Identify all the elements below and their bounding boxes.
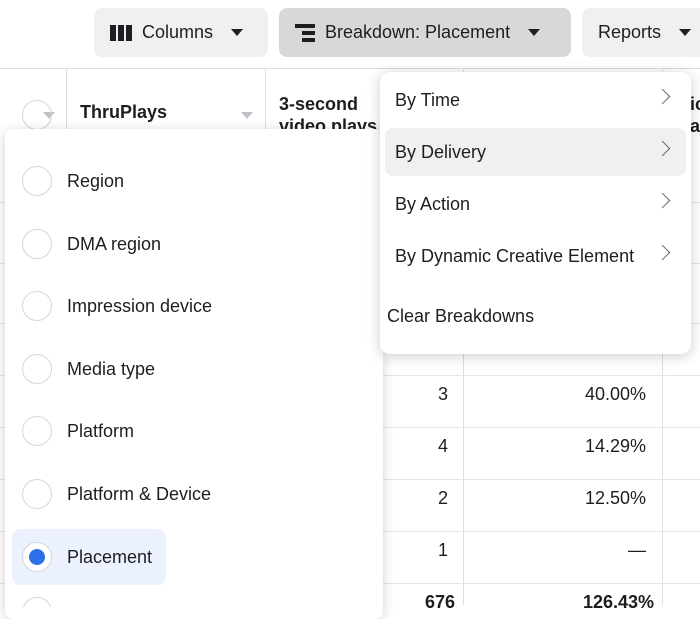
clipped-radio xyxy=(22,597,52,607)
chevron-right-icon xyxy=(654,244,671,261)
rate-cell: 14.29% xyxy=(584,436,646,456)
plays-cell: 1 xyxy=(437,540,448,560)
radio-option-platform[interactable]: Platform xyxy=(12,403,148,459)
column-header-next[interactable]: ic a xyxy=(690,93,700,133)
breakdown-menu: By Time By Delivery By Action By Dynamic… xyxy=(380,72,691,354)
rate-cell: — xyxy=(628,540,646,560)
columns-label: Columns xyxy=(142,22,214,42)
breakdown-icon xyxy=(295,23,315,42)
option-label: Platform & Device xyxy=(67,483,212,504)
radio-option-platform-device[interactable]: Platform & Device xyxy=(12,466,225,522)
chevron-down-icon xyxy=(679,29,692,36)
radio-option-media-type[interactable]: Media type xyxy=(12,341,169,397)
radio-option-placement[interactable]: Placement xyxy=(12,529,167,585)
radio-button-icon[interactable] xyxy=(22,166,52,196)
radio-button-icon-selected[interactable] xyxy=(22,542,52,572)
option-label: Region xyxy=(67,170,125,191)
breakdown-button[interactable]: Breakdown: Placement xyxy=(279,8,571,57)
option-label: Placement xyxy=(67,546,153,567)
option-label: DMA region xyxy=(67,233,162,254)
option-label: Platform xyxy=(67,420,135,441)
radio-button-icon[interactable] xyxy=(22,291,52,321)
menu-item-label: By Delivery xyxy=(395,141,487,162)
radio-option-region[interactable]: Region xyxy=(12,153,138,209)
columns-button[interactable]: Columns xyxy=(94,8,268,57)
option-label: Media type xyxy=(67,358,156,379)
radio-button-icon[interactable] xyxy=(22,354,52,384)
plays-cell: 2 xyxy=(437,488,448,508)
menu-item-by-action[interactable]: By Action xyxy=(385,180,686,228)
reports-label: Reports xyxy=(598,22,662,42)
radio-button-icon[interactable] xyxy=(22,416,52,446)
menu-item-label: By Action xyxy=(395,193,471,214)
radio-option-dma-region[interactable]: DMA region xyxy=(12,216,175,272)
chevron-down-icon xyxy=(528,29,541,36)
reports-button[interactable]: Reports xyxy=(582,8,700,57)
clipped-radio xyxy=(22,100,52,129)
menu-item-by-dynamic-creative-element[interactable]: By Dynamic Creative Element xyxy=(385,232,686,280)
menu-item-label: By Dynamic Creative Element xyxy=(395,245,635,266)
plays-cell: 3 xyxy=(437,384,448,404)
rate-cell: 12.50% xyxy=(584,488,646,508)
chevron-right-icon xyxy=(654,140,671,157)
clear-breakdowns-button[interactable]: Clear Breakdowns xyxy=(380,292,681,340)
radio-option-impression-device[interactable]: Impression device xyxy=(12,278,226,334)
chevron-down-icon xyxy=(231,29,244,36)
option-label: Impression device xyxy=(67,295,213,316)
clear-breakdowns-label: Clear Breakdowns xyxy=(387,305,535,326)
toolbar: Columns Breakdown: Placement Reports xyxy=(0,0,700,69)
column-header-3-second-video-plays[interactable]: 3-second video plays xyxy=(279,93,389,133)
chevron-right-icon xyxy=(654,192,671,209)
chevron-right-icon xyxy=(654,88,671,105)
menu-item-label: By Time xyxy=(395,89,461,110)
total-rate-cell: 126.43% xyxy=(582,592,654,612)
delivery-breakdown-submenu: Region DMA region Impression device Medi… xyxy=(5,129,383,619)
total-plays-cell: 676 xyxy=(424,592,455,612)
plays-cell: 4 xyxy=(437,436,448,456)
breakdown-label: Breakdown: Placement xyxy=(325,22,511,42)
columns-icon xyxy=(110,24,132,41)
sort-icon[interactable] xyxy=(241,112,253,119)
menu-item-by-delivery[interactable]: By Delivery xyxy=(385,128,686,176)
radio-button-icon[interactable] xyxy=(22,479,52,509)
radio-button-icon[interactable] xyxy=(22,229,52,259)
menu-item-by-time[interactable]: By Time xyxy=(385,76,686,124)
rate-cell: 40.00% xyxy=(584,384,646,404)
